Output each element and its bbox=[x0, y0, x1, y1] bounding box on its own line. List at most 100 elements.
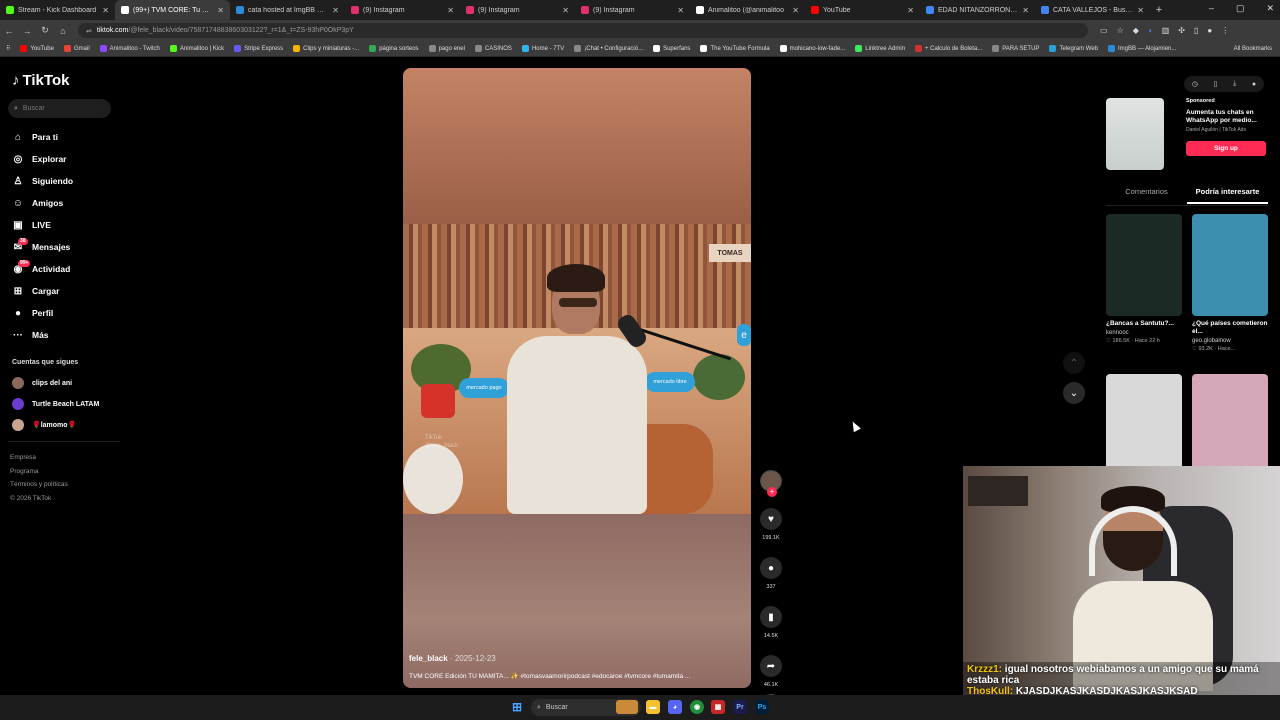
browser-tab[interactable]: (9) Instagram ✕ bbox=[575, 0, 690, 20]
tab-close-icon[interactable]: ✕ bbox=[677, 6, 684, 15]
apps-icon[interactable]: ⠿ bbox=[6, 45, 10, 52]
sidebar-item-upload[interactable]: ⊞ Cargar bbox=[12, 280, 122, 302]
tab-recommended[interactable]: Podría interesarte bbox=[1187, 184, 1268, 204]
comment-button[interactable]: ● bbox=[760, 557, 782, 579]
bookmark-item[interactable]: Linktree Admin bbox=[855, 45, 905, 52]
close-window-icon[interactable]: ✕ bbox=[1266, 3, 1274, 14]
new-tab-button[interactable]: + bbox=[1150, 4, 1168, 16]
clock-icon[interactable]: ◷ bbox=[1192, 80, 1198, 88]
footer-link[interactable]: Programa bbox=[10, 468, 39, 475]
bookmark-item[interactable]: ¡Chat • Configuració... bbox=[574, 45, 643, 52]
premiere-icon[interactable]: Pr bbox=[733, 700, 747, 714]
bookmark-item[interactable]: The YouTube Formula bbox=[700, 45, 770, 52]
device-icon[interactable]: ▯ bbox=[1214, 80, 1218, 88]
browser-tab[interactable]: EDAD NITANZORRON - Busca ✕ bbox=[920, 0, 1035, 20]
download-icon[interactable]: ⤓ bbox=[1233, 80, 1236, 88]
tab-close-icon[interactable]: ✕ bbox=[562, 6, 569, 15]
sponsored-ad[interactable]: Sponsored Aumenta tus chats en WhatsApp … bbox=[1106, 98, 1268, 172]
sidepanel-icon[interactable]: ▯ bbox=[1194, 26, 1198, 35]
tab-close-icon[interactable]: ✕ bbox=[1137, 6, 1144, 15]
reload-icon[interactable]: ↻ bbox=[36, 25, 54, 36]
tiktok-logo[interactable]: ♪ TikTok bbox=[12, 72, 69, 89]
photoshop-icon[interactable]: Ps bbox=[755, 700, 769, 714]
maximize-window-icon[interactable]: ▢ bbox=[1236, 3, 1245, 14]
back-icon[interactable]: ← bbox=[0, 26, 18, 36]
bookmark-item[interactable]: Animalitoo | Kick bbox=[169, 45, 224, 52]
bookmark-item[interactable]: pago enel bbox=[428, 45, 465, 52]
tab-close-icon[interactable]: ✕ bbox=[102, 6, 109, 15]
footer-link[interactable]: Términos y políticas bbox=[10, 481, 68, 488]
tab-close-icon[interactable]: ✕ bbox=[907, 6, 914, 15]
tab-close-icon[interactable]: ✕ bbox=[447, 6, 454, 15]
address-bar[interactable]: ⇌ tiktok.com/@fele_black/video/758717488… bbox=[78, 23, 1088, 38]
previous-video-button[interactable]: ⌃ bbox=[1063, 352, 1085, 374]
search-input[interactable]: ⌕ Buscar bbox=[8, 99, 111, 118]
sidebar-item-more[interactable]: ··· Más bbox=[12, 324, 122, 346]
browser-tab[interactable]: (9) Instagram ✕ bbox=[460, 0, 575, 20]
bookmark-item[interactable]: mohicano-low-fade... bbox=[779, 45, 845, 52]
bookmark-item[interactable]: Telegram Web bbox=[1049, 45, 1098, 52]
minimize-window-icon[interactable]: – bbox=[1209, 3, 1214, 14]
bookmark-item[interactable]: página sorteos bbox=[369, 45, 419, 52]
video-description[interactable]: TVM CORE Edición TU MAMITA... ✨ #tomasva… bbox=[409, 672, 739, 680]
bookmark-item[interactable]: + Calculo de Boleta... bbox=[915, 45, 982, 52]
next-video-button[interactable]: ⌄ bbox=[1063, 382, 1085, 404]
sidebar-item-following[interactable]: ♙ Siguiendo bbox=[12, 170, 122, 192]
tab-close-icon[interactable]: ✕ bbox=[1022, 6, 1029, 15]
browser-tab[interactable]: YouTube ✕ bbox=[805, 0, 920, 20]
tab-comments[interactable]: Comentarios bbox=[1106, 184, 1187, 204]
bookmark-item[interactable]: Animalitoo - Twitch bbox=[99, 45, 160, 52]
recommended-video-card[interactable] bbox=[1192, 374, 1268, 476]
bookmark-item[interactable]: Stripe Express bbox=[234, 45, 283, 52]
video-player[interactable]: TOMAS mercado pago mercado libre e TikTo… bbox=[403, 68, 751, 688]
bookmark-item[interactable]: CASINOS bbox=[474, 45, 512, 52]
like-button[interactable]: ♥ bbox=[760, 508, 782, 530]
sidebar-item-friends[interactable]: ☺ Amigos bbox=[12, 192, 122, 214]
signup-button[interactable]: Sign up bbox=[1186, 141, 1266, 156]
calendar-app-icon[interactable]: ▦ bbox=[711, 700, 725, 714]
sidebar-item-live[interactable]: ▣ LIVE bbox=[12, 214, 122, 236]
recommended-video-card[interactable]: ¿Bancas a Santutu?... kennooc ♡ 186.5K · H… bbox=[1106, 214, 1182, 344]
creator-avatar[interactable]: + bbox=[760, 470, 782, 497]
sidebar-item-messages[interactable]: ✉ 38 Mensajes bbox=[12, 236, 122, 258]
extension-icon-3[interactable]: ▥ bbox=[1162, 26, 1170, 35]
all-bookmarks[interactable]: All Bookmarks bbox=[1234, 46, 1280, 52]
extension-icon-2[interactable]: ◗ bbox=[1148, 26, 1153, 35]
bookmark-item[interactable]: Home - 7TV bbox=[521, 45, 564, 52]
file-explorer-icon[interactable]: ▬ bbox=[646, 700, 660, 714]
tab-close-icon[interactable]: ✕ bbox=[217, 6, 224, 15]
bookmark-item[interactable]: Clips y miniaturas -... bbox=[293, 45, 359, 52]
sidebar-item-home[interactable]: ⌂ Para ti bbox=[12, 126, 122, 148]
sidebar-item-profile[interactable]: ● Perfil bbox=[12, 302, 122, 324]
chrome-icon[interactable]: ◉ bbox=[690, 700, 704, 714]
browser-tab[interactable]: CATA VALLEJOS - Buscar con✕ bbox=[1035, 0, 1150, 20]
bookmark-item[interactable]: Superfans bbox=[653, 45, 690, 52]
browser-tab[interactable]: (9) Instagram ✕ bbox=[345, 0, 460, 20]
site-info-icon[interactable]: ⇌ bbox=[86, 27, 92, 35]
browser-tab[interactable]: (99+) TVM CORE: Tu Man ✕ bbox=[115, 0, 230, 20]
puzzle-icon[interactable]: ✣ bbox=[1178, 26, 1185, 35]
sidebar-item-compass[interactable]: ◎ Explorar bbox=[12, 148, 122, 170]
footer-link[interactable]: Empresa bbox=[10, 454, 36, 461]
menu-dots-icon[interactable]: ⋮ bbox=[1221, 26, 1229, 35]
profile-avatar-icon[interactable]: ● bbox=[1207, 26, 1212, 35]
widgets-icon[interactable] bbox=[616, 700, 638, 714]
windows-start-icon[interactable]: ⊞ bbox=[510, 700, 524, 714]
recommended-video-card[interactable]: ¿Qué países cometieron el... geo.globalno… bbox=[1192, 214, 1268, 352]
cast-icon[interactable]: ▭ bbox=[1100, 26, 1108, 35]
save-button[interactable]: ▮ bbox=[760, 606, 782, 628]
discord-icon[interactable]: ◕ bbox=[668, 700, 682, 714]
extension-icon[interactable]: ◆ bbox=[1133, 26, 1139, 35]
home-browser-icon[interactable]: ⌂ bbox=[54, 26, 72, 36]
share-button[interactable]: ➦ bbox=[760, 655, 782, 677]
browser-tab[interactable]: Animalitoo (@animalitoo ✕ bbox=[690, 0, 805, 20]
browser-tab[interactable]: Stream - Kick Dashboard ✕ bbox=[0, 0, 115, 20]
recommended-video-card[interactable] bbox=[1106, 374, 1182, 476]
user-avatar[interactable]: ● bbox=[1252, 81, 1256, 88]
bookmark-item[interactable]: PARA SETUP bbox=[992, 45, 1039, 52]
sidebar-item-activity[interactable]: ◉ 99+ Actividad bbox=[12, 258, 122, 280]
bookmark-item[interactable]: YouTube bbox=[20, 45, 54, 52]
bookmark-item[interactable]: Gmail bbox=[63, 45, 90, 52]
following-account[interactable]: clips del ani bbox=[12, 377, 72, 389]
browser-tab[interactable]: cata hosted at ImgBB — ImgB ✕ bbox=[230, 0, 345, 20]
